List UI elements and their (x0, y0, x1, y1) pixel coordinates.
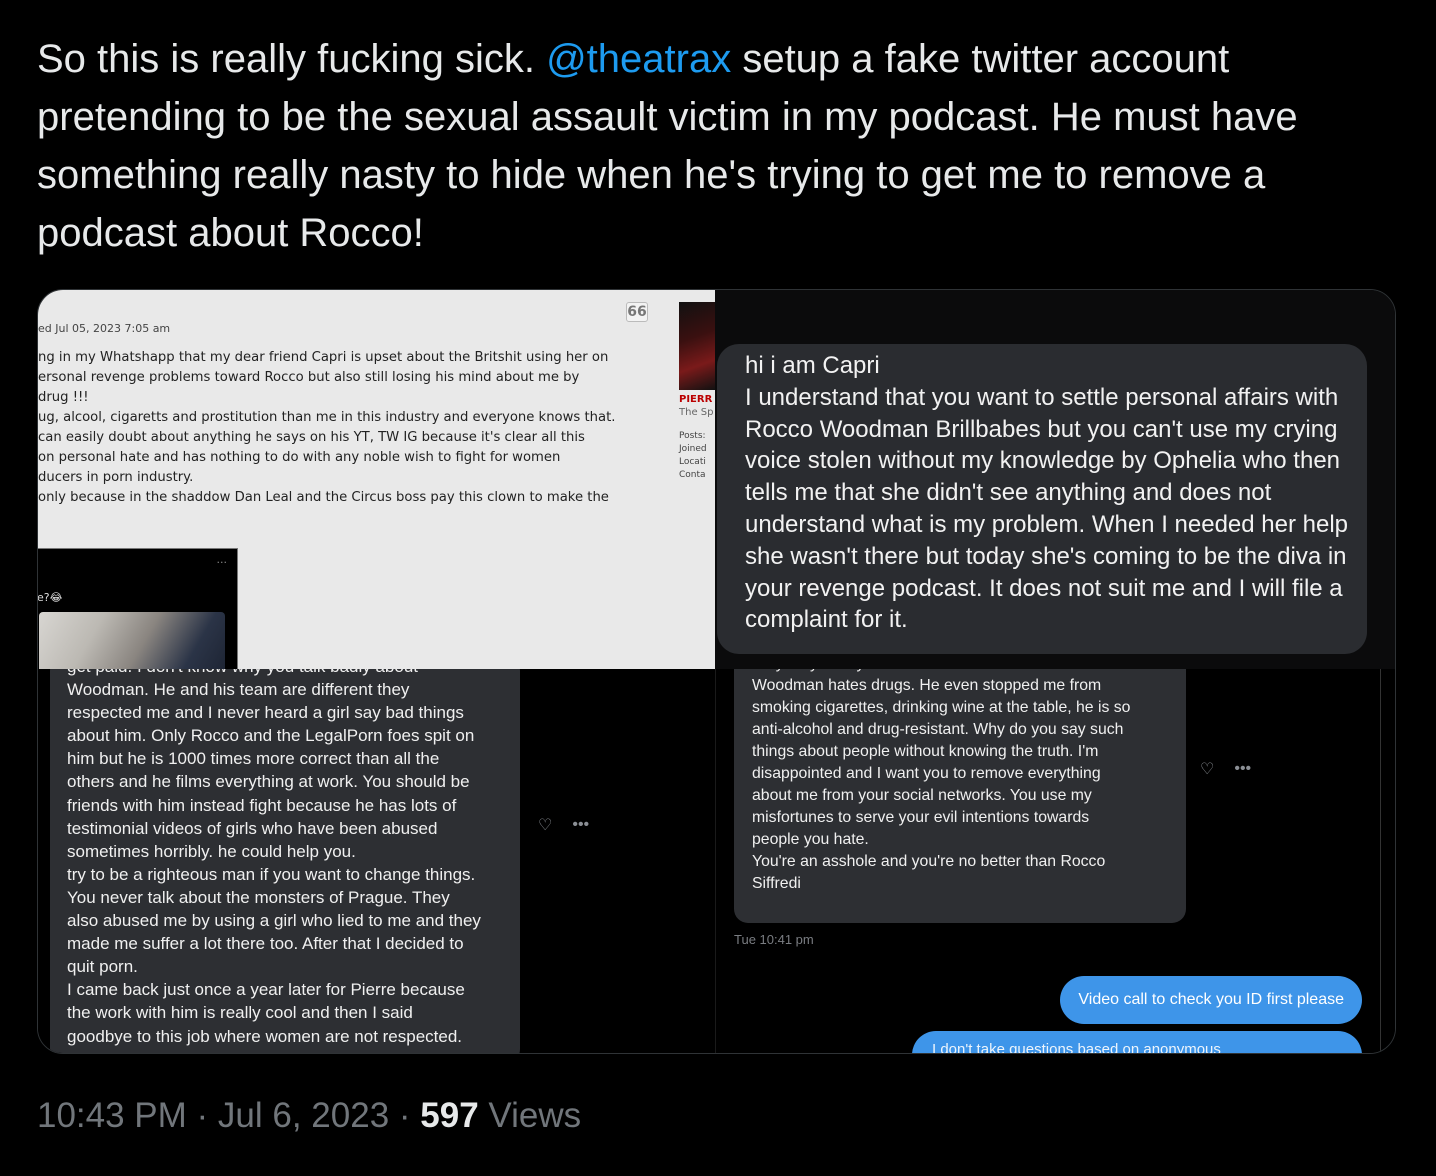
profile-meta-line: Locati (679, 457, 706, 467)
post-body: ng in my Whatshapp that my dear friend C… (38, 348, 668, 508)
tweet-meta: 10:43 PM · Jul 6, 2023 · 597 Views (37, 1096, 581, 1136)
message-actions: ♡ ••• (538, 815, 589, 835)
embed-text: e?😂 (38, 591, 63, 604)
media-dm-thread[interactable]: Why do you say Woodman likes cocaine? Wo… (715, 669, 1395, 1053)
tweet-text: So this is really fucking sick. @theatra… (37, 30, 1397, 262)
message-bubble: Why do you say Woodman likes cocaine? Wo… (734, 669, 1186, 923)
embedded-tweet: ... e?😂 (38, 548, 238, 669)
post-line: ng in my Whatshapp that my dear friend C… (38, 350, 609, 365)
tweet-text-before: So this is really fucking sick. (37, 37, 547, 81)
more-icon[interactable]: ••• (572, 816, 589, 834)
separator: · (389, 1096, 421, 1135)
message-bubble: get paid. I don't know why you talk badl… (50, 669, 520, 1053)
message-actions: ♡ ••• (1200, 759, 1251, 779)
post-line: ersonal revenge problems toward Rocco bu… (38, 370, 580, 385)
profile-meta-line: Posts: (679, 431, 706, 441)
post-line: ug, alcool, cigaretts and prostitution t… (38, 410, 616, 425)
post-line: ducers in porn industry. (38, 470, 194, 485)
post-line: can easily doubt about anything he says … (38, 430, 585, 445)
message-timestamp: Tue 10:41 pm (734, 932, 814, 947)
profile-meta: Posts: Joined Locati Conta (679, 430, 707, 482)
media-forum-screenshot[interactable]: ed Jul 05, 2023 7:05 am 66 ng in my What… (38, 290, 715, 669)
message-text: Why do you say Woodman likes cocaine? Wo… (752, 669, 1131, 892)
divider (1380, 669, 1381, 1053)
profile-meta-line: Conta (679, 470, 706, 480)
views-label: Views (478, 1096, 582, 1135)
separator: · (186, 1096, 218, 1135)
media-dm-capri[interactable]: hi i am Capri I understand that you want… (715, 290, 1395, 669)
profile-avatar (679, 302, 715, 390)
post-date: ed Jul 05, 2023 7:05 am (38, 322, 171, 335)
react-heart-icon[interactable]: ♡ (538, 815, 552, 835)
media-long-message[interactable]: get paid. I don't know why you talk badl… (38, 669, 715, 1053)
message-text: I don't take questions based on anonymou… (932, 1041, 1221, 1053)
post-line: on personal hate and has nothing to do w… (38, 450, 561, 465)
sent-message-bubble: I don't take questions based on anonymou… (912, 1031, 1362, 1053)
mention-link[interactable]: @theatrax (546, 37, 731, 81)
quote-icon: 66 (626, 302, 648, 322)
more-icon: ... (216, 553, 228, 566)
post-line: drug !!! (38, 390, 89, 405)
profile-name: PIERR (679, 394, 713, 405)
tweet-time[interactable]: 10:43 PM (37, 1096, 187, 1135)
profile-title: The Sp (679, 407, 714, 418)
views-count: 597 (420, 1096, 479, 1135)
more-icon[interactable]: ••• (1234, 760, 1251, 778)
message-text: hi i am Capri I understand that you want… (745, 352, 1349, 634)
media-grid[interactable]: ed Jul 05, 2023 7:05 am 66 ng in my What… (37, 289, 1396, 1054)
message-bubble: hi i am Capri I understand that you want… (717, 344, 1367, 654)
post-line: only because in the shaddow Dan Leal and… (38, 490, 609, 505)
sent-message-bubble: Video call to check you ID first please (1060, 976, 1362, 1024)
react-heart-icon[interactable]: ♡ (1200, 759, 1214, 779)
profile-meta-line: Joined (679, 444, 707, 454)
embed-photo (39, 612, 225, 669)
tweet-date[interactable]: Jul 6, 2023 (218, 1096, 389, 1135)
message-text: get paid. I don't know why you talk badl… (67, 669, 481, 1046)
